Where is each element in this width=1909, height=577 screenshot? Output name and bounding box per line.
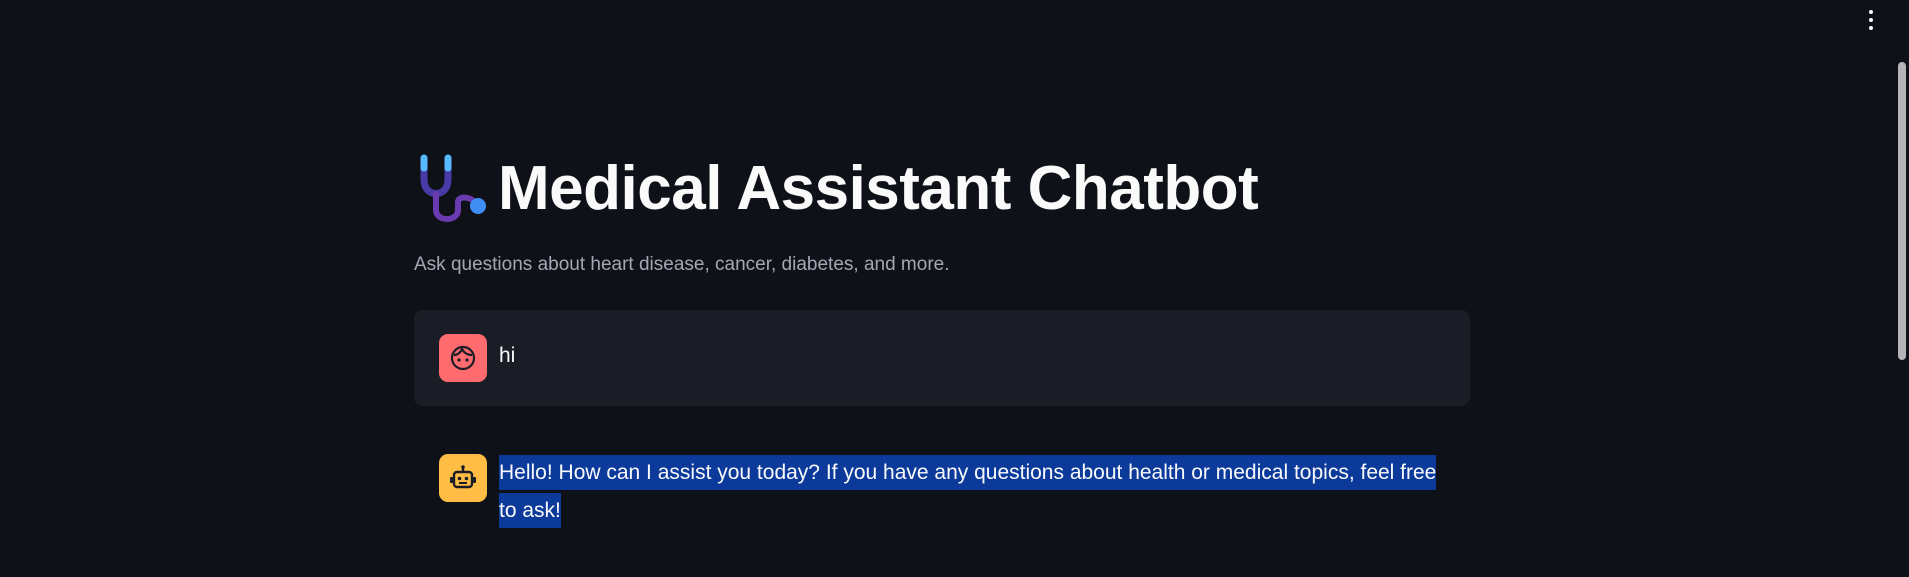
assistant-message-text: Hello! How can I assist you today? If yo… (499, 454, 1459, 530)
stethoscope-icon (420, 154, 486, 222)
face-icon (450, 345, 476, 371)
page-title: Medical Assistant Chatbot (498, 153, 1259, 223)
app-window: Medical Assistant Chatbot Ask questions … (0, 0, 1909, 577)
robot-icon (450, 465, 476, 489)
user-avatar (439, 334, 487, 382)
selected-text: Hello! How can I assist you today? If yo… (499, 455, 1437, 528)
chat-message-user: hi (414, 310, 1470, 406)
main-menu-button[interactable] (1863, 8, 1879, 32)
user-message-text: hi (499, 344, 516, 367)
assistant-avatar (439, 454, 487, 502)
page-header: Medical Assistant Chatbot (414, 150, 1259, 226)
chat-message-assistant: Hello! How can I assist you today? If yo… (414, 454, 1470, 554)
vertical-scrollbar[interactable] (1895, 0, 1909, 577)
kebab-dot (1869, 18, 1873, 22)
scrollbar-thumb[interactable] (1898, 62, 1906, 360)
page-subtitle: Ask questions about heart disease, cance… (414, 254, 950, 275)
kebab-dot (1869, 26, 1873, 30)
kebab-vertical-icon (1869, 10, 1873, 14)
